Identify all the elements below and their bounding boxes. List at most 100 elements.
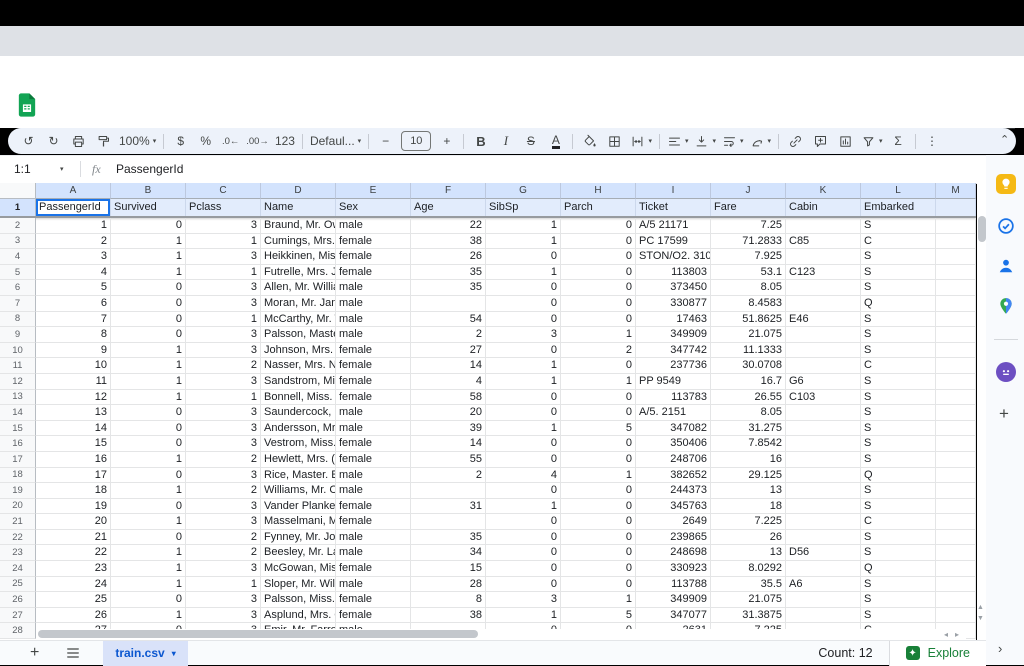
column-header-E[interactable]: E [336,183,411,199]
add-sheet-button[interactable]: + [30,644,39,662]
toolbar-print[interactable] [66,130,91,152]
cell[interactable]: 9 [36,342,111,359]
cell[interactable]: Moran, Mr. James [261,295,336,312]
toolbar-text-rotation[interactable]: ▾ [747,130,775,152]
cell[interactable] [936,561,976,577]
cell[interactable] [936,514,976,530]
toolbar-font[interactable]: Defaul... ▾ [307,130,364,152]
cell[interactable]: 22 [411,218,486,234]
cell[interactable]: 13 [711,545,786,562]
cell[interactable]: Vestrom, Miss. Hulda Amanda Adolfina [261,436,336,452]
row-number[interactable]: 26 [0,592,36,608]
cell[interactable] [411,514,486,530]
cell[interactable]: 22 [36,545,111,562]
toolbar-bold[interactable]: B [468,130,493,152]
cell[interactable]: 16.7 [711,373,786,390]
row-number-1[interactable]: 1 [0,199,36,216]
cell[interactable]: 1 [111,358,186,374]
toolbar-italic[interactable]: I [493,130,518,152]
cell[interactable]: 1 [186,311,261,328]
cell[interactable]: 1 [486,498,561,515]
explore-button[interactable]: ✦ Explore [888,640,986,666]
cell[interactable]: 31.275 [711,420,786,437]
cell[interactable]: S [861,342,936,359]
cell[interactable]: 0 [561,561,636,577]
cell[interactable]: 7.225 [711,514,786,530]
toolbar-more[interactable]: ⋮ [920,130,945,152]
toolbar-borders[interactable] [602,130,627,152]
cell[interactable]: 4 [411,373,486,390]
cell[interactable]: Vander Planke, Mrs. Julius (Emelia Maria… [261,498,336,515]
cell[interactable]: 1 [111,342,186,359]
cell[interactable]: 0 [561,576,636,593]
toolbar-vertical-align[interactable]: ▾ [691,130,719,152]
cell[interactable]: Sloper, Mr. William Thompson [261,576,336,593]
cell[interactable]: 330923 [636,561,711,577]
cell[interactable]: 0 [561,358,636,374]
cell[interactable]: 2 [411,327,486,343]
cell[interactable]: 0 [111,420,186,437]
cell[interactable]: 23 [36,561,111,577]
row-number[interactable]: 14 [0,405,36,421]
cell[interactable]: 3 [186,295,261,312]
cell[interactable] [786,451,861,468]
row-number[interactable]: 5 [0,264,36,281]
cell[interactable]: Pclass [186,199,261,216]
cell[interactable]: C [861,358,936,374]
cell[interactable]: C103 [786,389,861,406]
cell[interactable]: Johnson, Mrs. Oscar W (Elisabeth Vilhelm… [261,342,336,359]
cell[interactable]: 1 [486,420,561,437]
cell[interactable]: 2 [186,451,261,468]
cell[interactable]: 58 [411,389,486,406]
cell[interactable]: 1 [186,264,261,281]
cell[interactable]: 24 [36,576,111,593]
cell[interactable] [786,249,861,265]
cell[interactable]: 0 [561,218,636,234]
cell[interactable]: 2 [186,483,261,499]
cell[interactable] [786,280,861,296]
row-number[interactable]: 25 [0,576,36,593]
cell[interactable]: male [336,311,411,328]
cell[interactable]: 0 [486,576,561,593]
cell[interactable]: S [861,576,936,593]
cell[interactable]: female [336,342,411,359]
cell[interactable]: 2 [186,529,261,546]
cell[interactable]: S [861,405,936,421]
cell[interactable]: 54 [411,311,486,328]
toolbar-paint-format[interactable] [91,130,116,152]
cell[interactable]: 1 [486,233,561,250]
cell[interactable]: 1 [111,451,186,468]
cell[interactable]: S [861,592,936,608]
cell[interactable] [936,405,976,421]
cell[interactable]: 347082 [636,420,711,437]
cell[interactable] [936,545,976,562]
cell[interactable]: female [336,264,411,281]
cell[interactable]: 1 [111,607,186,624]
toolbar-fill-color[interactable] [577,130,602,152]
cell[interactable] [786,514,861,530]
cell[interactable]: Ticket [636,199,711,216]
cell[interactable]: 1 [561,327,636,343]
cell[interactable]: 8.4583 [711,295,786,312]
cell[interactable]: 1 [561,592,636,608]
cell[interactable]: 0 [561,514,636,530]
cell[interactable]: Allen, Mr. William Henry [261,280,336,296]
cell[interactable]: 1 [111,249,186,265]
cell[interactable]: 0 [111,436,186,452]
cell[interactable]: 1 [36,218,111,234]
cell[interactable]: Cumings, Mrs. John Bradley (Florence Bri… [261,233,336,250]
cell[interactable] [411,295,486,312]
cell[interactable]: 382652 [636,467,711,484]
cell[interactable]: 28 [411,576,486,593]
cell[interactable]: 18 [711,498,786,515]
cell[interactable] [936,358,976,374]
cell[interactable]: 6 [36,295,111,312]
cell[interactable] [936,420,976,437]
cell[interactable]: 17463 [636,311,711,328]
cell[interactable] [786,342,861,359]
column-header-B[interactable]: B [111,183,186,199]
cell[interactable]: 51.8625 [711,311,786,328]
cell[interactable]: 2 [411,467,486,484]
cell[interactable]: Hewlett, Mrs. (Mary D Kingcome) [261,451,336,468]
cell[interactable]: 30.0708 [711,358,786,374]
